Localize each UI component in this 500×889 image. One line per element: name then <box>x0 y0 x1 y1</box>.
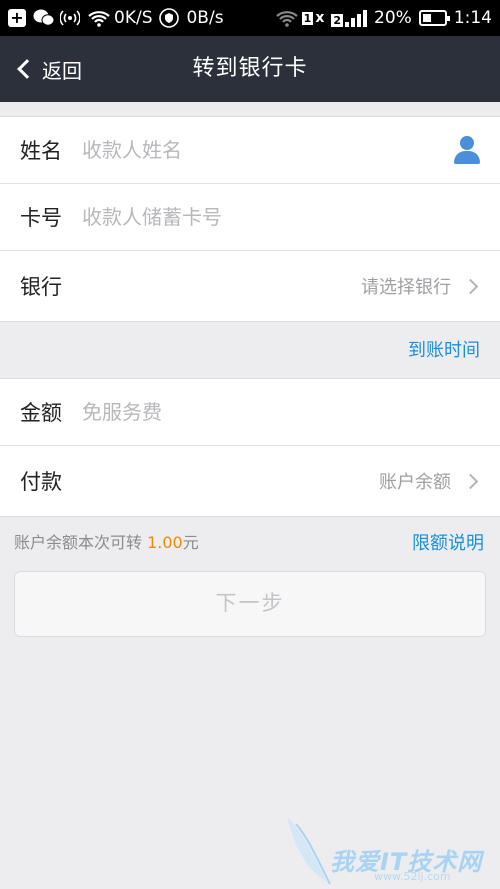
security-shield-icon <box>159 8 180 28</box>
amount-row: 金额 <box>0 379 500 446</box>
network-speed-1: 0K/S <box>114 8 153 28</box>
sim-2-signal: 2 <box>331 9 368 27</box>
signal-bars-icon <box>345 9 368 27</box>
name-input[interactable] <box>82 138 446 162</box>
contact-icon[interactable] <box>452 135 482 165</box>
watermark: 我爱IT技术网 www.52ij.com <box>282 812 500 889</box>
amount-input[interactable] <box>82 400 482 424</box>
payment-form: 金额 付款 账户余额 <box>0 378 500 517</box>
card-label: 卡号 <box>20 206 62 230</box>
chevron-right-icon <box>462 473 479 489</box>
card-number-input[interactable] <box>82 205 482 229</box>
page-title: 转到银行卡 <box>192 56 308 81</box>
sim-2-label: 2 <box>331 14 344 27</box>
amount-label: 金额 <box>20 401 62 425</box>
limit-explanation-link[interactable]: 限额说明 <box>412 529 484 555</box>
battery-charging-icon <box>418 10 450 26</box>
transfer-limit-note: 账户余额本次可转 1.00元 <box>14 529 199 553</box>
card-row: 卡号 <box>0 184 500 251</box>
next-step-button[interactable]: 下一步 <box>14 571 486 637</box>
clock: 1:14 <box>453 8 492 28</box>
payment-method-row[interactable]: 付款 账户余额 <box>0 446 500 516</box>
payment-method-value: 账户余额 <box>379 472 451 493</box>
limit-amount: 1.00 <box>147 533 183 552</box>
bank-select-value: 请选择银行 <box>361 277 451 298</box>
sim-1-signal: 1 x <box>301 10 325 26</box>
name-row: 姓名 <box>0 117 500 184</box>
watermark-url: www.52ij.com <box>374 870 451 883</box>
name-label: 姓名 <box>20 139 62 163</box>
battery-percent: 20% <box>374 8 412 28</box>
limit-note-prefix: 账户余额本次可转 <box>14 533 143 552</box>
chevron-right-icon <box>462 278 479 294</box>
no-signal-icon: x <box>315 10 325 26</box>
sim-1-label: 1 <box>301 11 314 25</box>
network-speed-2: 0B/s <box>186 8 224 28</box>
bank-label: 银行 <box>20 275 62 299</box>
limit-note-suffix: 元 <box>182 533 199 552</box>
wifi-icon <box>87 8 110 28</box>
recipient-form: 姓名 卡号 银行 请选择银行 <box>0 116 500 322</box>
status-bar: + 0K/S 0B/s 1 x 2 20% 1:14 <box>0 0 500 36</box>
wifi-weak-icon <box>275 8 298 28</box>
wechat-icon <box>33 8 55 28</box>
nav-bar: 返回 转到银行卡 <box>0 36 500 102</box>
arrival-time-link[interactable]: 到账时间 <box>408 336 480 362</box>
add-notification-icon: + <box>8 9 26 27</box>
bank-row[interactable]: 银行 请选择银行 <box>0 251 500 321</box>
payment-method-label: 付款 <box>20 470 62 494</box>
hotspot-icon <box>59 8 81 28</box>
